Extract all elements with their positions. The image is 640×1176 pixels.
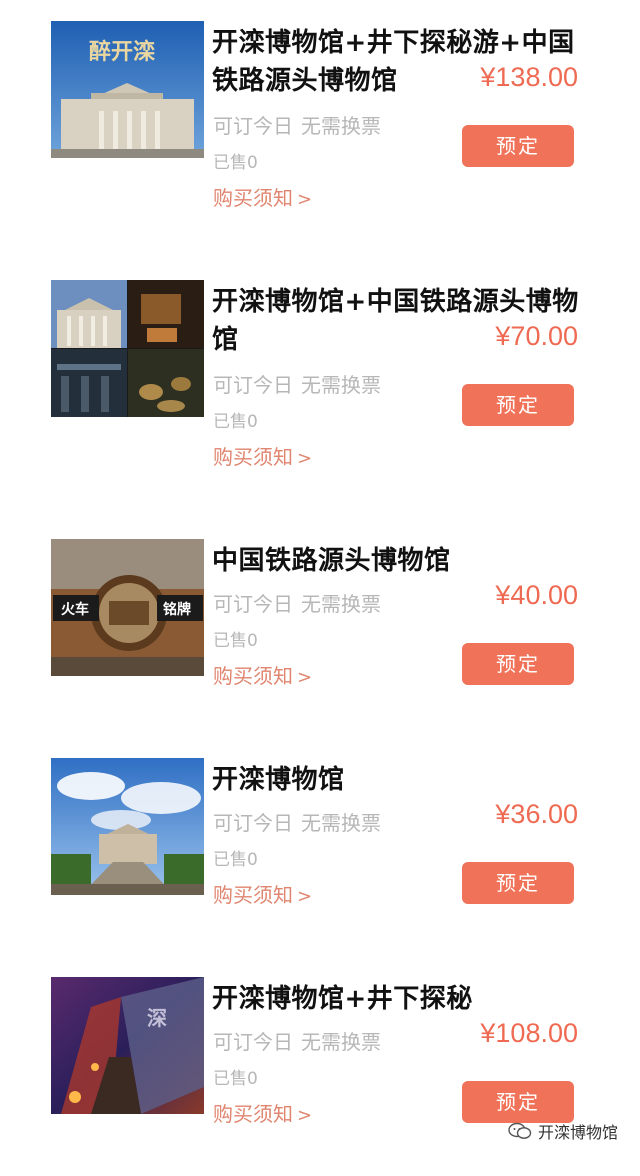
underground-tunnel-image: 深 <box>51 977 204 1114</box>
museum-collage-image <box>51 280 204 417</box>
chevron-right-icon: > <box>297 886 313 907</box>
product-image[interactable] <box>51 758 204 895</box>
product-card[interactable]: 深 开滦博物馆+井下探秘 ¥108.00 可订今日 无需换票 已售0 购买须知 > … <box>0 956 640 1176</box>
svg-text:醉开滦: 醉开滦 <box>89 39 156 65</box>
booking-tags: 可订今日 无需换票 <box>213 1026 381 1055</box>
tag-book-today: 可订今日 <box>213 592 293 616</box>
purchase-notice-link[interactable]: 购买须知 > <box>213 660 312 689</box>
book-button[interactable]: 预定 <box>462 1081 574 1123</box>
purchase-notice-link[interactable]: 购买须知 > <box>213 879 312 908</box>
product-title: 开滦博物馆 <box>212 765 345 795</box>
booking-tags: 可订今日 无需换票 <box>213 807 381 836</box>
product-card[interactable]: 火车 铭牌 中国铁路源头博物馆 ¥40.00 可订今日 无需换票 已售0 购买须知… <box>0 518 640 738</box>
purchase-notice-label: 购买须知 <box>213 883 293 907</box>
product-image[interactable]: 火车 铭牌 <box>51 539 204 676</box>
tag-book-today: 可订今日 <box>213 811 293 835</box>
book-button[interactable]: 预定 <box>462 643 574 685</box>
purchase-notice-link[interactable]: 购买须知 > <box>213 1098 312 1127</box>
product-card[interactable]: 开滦博物馆 ¥36.00 可订今日 无需换票 已售0 购买须知 > 预定 <box>0 737 640 957</box>
chevron-right-icon: > <box>297 448 313 469</box>
book-button[interactable]: 预定 <box>462 125 574 167</box>
museum-plaza-image <box>51 758 204 895</box>
product-price: ¥36.00 <box>495 799 578 829</box>
sold-count: 已售0 <box>213 153 258 173</box>
image-text-nameplates: 铭牌 <box>163 601 191 618</box>
product-image[interactable]: 深 <box>51 977 204 1114</box>
product-card[interactable]: 开滦博物馆+中国铁路源头博物馆 ¥70.00 可订今日 无需换票 已售0 购买须知… <box>0 259 640 479</box>
purchase-notice-label: 购买须知 <box>213 1102 293 1126</box>
purchase-notice-label: 购买须知 <box>213 445 293 469</box>
book-button[interactable]: 预定 <box>462 862 574 904</box>
museum-facade-image: 醉开滦 <box>51 21 204 158</box>
purchase-notice-link[interactable]: 购买须知 > <box>213 441 312 470</box>
product-card[interactable]: 醉开滦 开滦博物馆+井下探秘游+中国铁路源头博物馆 ¥138.00 可订今日 无需… <box>0 0 640 220</box>
product-price: ¥138.00 <box>480 62 578 92</box>
sold-count: 已售0 <box>213 850 258 870</box>
product-image[interactable]: 醉开滦 <box>51 21 204 158</box>
product-image[interactable] <box>51 280 204 417</box>
purchase-notice-link[interactable]: 购买须知 > <box>213 182 312 211</box>
tag-no-exchange: 无需换票 <box>301 592 381 616</box>
product-price: ¥108.00 <box>480 1018 578 1048</box>
purchase-notice-label: 购买须知 <box>213 186 293 210</box>
product-title: 开滦博物馆+井下探秘 <box>212 984 473 1014</box>
sold-count: 已售0 <box>213 412 258 432</box>
image-text-train: 火车 <box>61 601 89 618</box>
sold-count: 已售0 <box>213 1069 258 1089</box>
booking-tags: 可订今日 无需换票 <box>213 110 381 139</box>
wechat-watermark: 开滦博物馆 <box>508 1119 618 1143</box>
purchase-notice-label: 购买须知 <box>213 664 293 688</box>
book-button[interactable]: 预定 <box>462 384 574 426</box>
tag-book-today: 可订今日 <box>213 373 293 397</box>
wechat-icon <box>508 1122 532 1139</box>
product-title: 中国铁路源头博物馆 <box>212 546 451 576</box>
chevron-right-icon: > <box>297 189 313 210</box>
booking-tags: 可订今日 无需换票 <box>213 369 381 398</box>
product-price: ¥70.00 <box>495 321 578 351</box>
tag-no-exchange: 无需换票 <box>301 811 381 835</box>
product-price: ¥40.00 <box>495 580 578 610</box>
svg-text:深: 深 <box>147 1006 167 1030</box>
tag-no-exchange: 无需换票 <box>301 114 381 138</box>
product-list: 醉开滦 开滦博物馆+井下探秘游+中国铁路源头博物馆 ¥138.00 可订今日 无需… <box>0 0 640 1161</box>
train-nameplates-image: 火车 铭牌 <box>51 539 204 676</box>
tag-no-exchange: 无需换票 <box>301 373 381 397</box>
booking-tags: 可订今日 无需换票 <box>213 588 381 617</box>
sold-count: 已售0 <box>213 631 258 651</box>
tag-no-exchange: 无需换票 <box>301 1030 381 1054</box>
tag-book-today: 可订今日 <box>213 1030 293 1054</box>
tag-book-today: 可订今日 <box>213 114 293 138</box>
chevron-right-icon: > <box>297 1105 313 1126</box>
chevron-right-icon: > <box>297 667 313 688</box>
watermark-text: 开滦博物馆 <box>537 1123 618 1142</box>
